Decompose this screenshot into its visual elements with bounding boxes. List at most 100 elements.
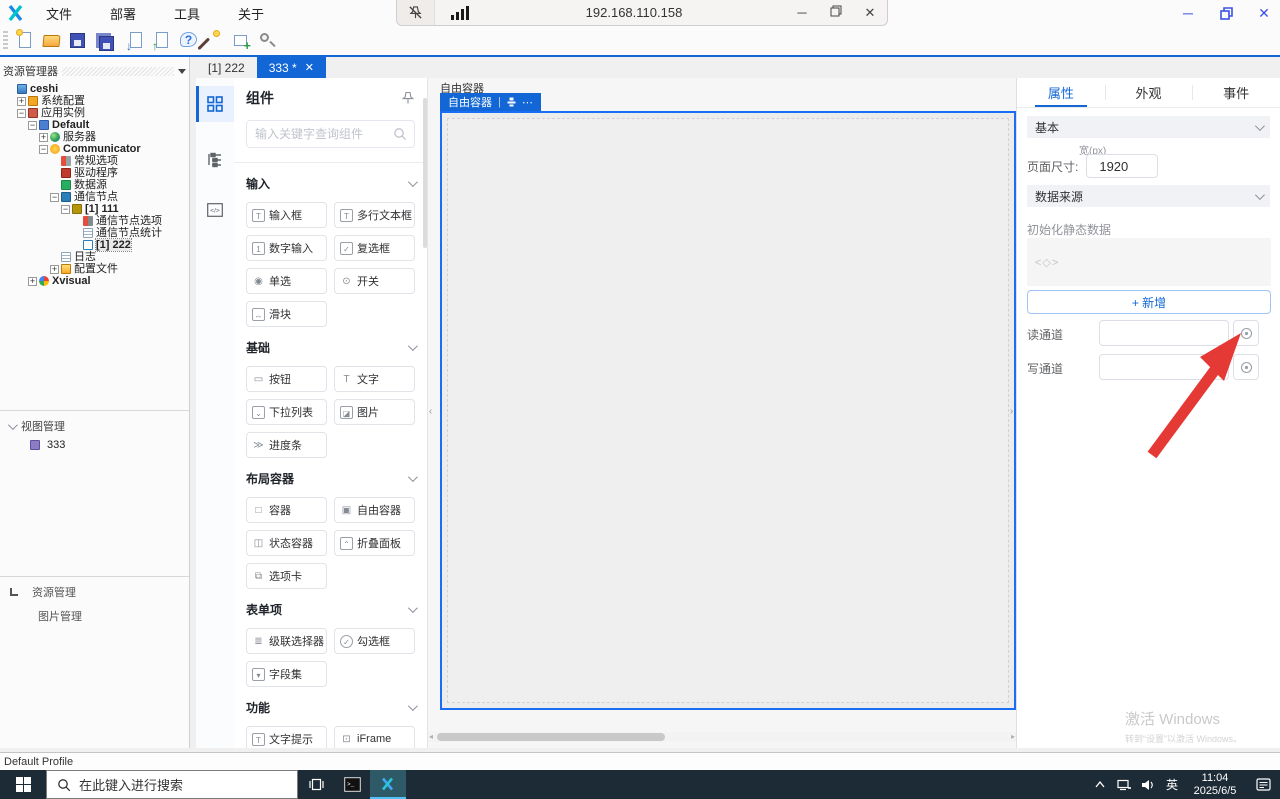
collapse-icon[interactable]: − [50, 192, 59, 202]
view-manager-header[interactable]: 视图管理 [7, 418, 65, 434]
deploy-pen-icon[interactable] [197, 29, 225, 51]
tree-item-Xvisual[interactable]: + Xvisual [2, 275, 187, 287]
component-chip-button[interactable]: ▭ 按钮 [246, 366, 327, 392]
tree-item--[interactable]: 数据源 [2, 179, 187, 191]
import-icon[interactable]: ↓ [126, 31, 147, 52]
pin-off-icon[interactable] [397, 0, 435, 25]
tab-events[interactable]: 事件 [1192, 78, 1280, 107]
selected-component-breadcrumb[interactable]: 自由容器 | ⋯ [440, 93, 541, 111]
component-chip-free-container[interactable]: ▣ 自由容器 [334, 497, 415, 523]
component-chip-radio[interactable]: ◉ 单选 [246, 268, 327, 294]
tree-item-Communicator[interactable]: − Communicator [2, 143, 187, 155]
write-channel-picker-button[interactable] [1233, 354, 1259, 380]
ime-indicator[interactable]: 英 [1160, 776, 1184, 793]
new-file-icon[interactable] [16, 28, 36, 51]
collapse-icon[interactable]: − [17, 108, 26, 118]
tree-item--[interactable]: 通信节点统计 [2, 227, 187, 239]
close-button[interactable]: ✕ [1256, 5, 1272, 21]
collapse-right-splitter[interactable]: › [1008, 400, 1015, 422]
tree-item--[interactable]: − 通信节点 [2, 191, 187, 203]
add-config-icon[interactable]: + [231, 31, 251, 52]
component-chip-fieldset[interactable]: ▾ 字段集 [246, 661, 327, 687]
outline-tree-tab-icon[interactable] [196, 142, 234, 178]
expand-icon[interactable]: + [28, 276, 37, 286]
restore-button[interactable] [1218, 5, 1234, 21]
code-tab-icon[interactable]: </> [196, 192, 234, 228]
tree-item--[interactable]: 常规选项 [2, 155, 187, 167]
static-data-editor[interactable]: <◇> [1027, 238, 1271, 286]
section-basic-header[interactable]: 基本 [1027, 116, 1270, 138]
component-chip-cascader[interactable]: ≣ 级联选择器 [246, 628, 327, 654]
component-chip-slider[interactable]: ↔ 滑块 [246, 301, 327, 327]
tree-item--[interactable]: − 应用实例 [2, 107, 187, 119]
free-container-inner[interactable] [447, 118, 1009, 703]
component-chip-checkbox[interactable]: ✓ 复选框 [334, 235, 415, 261]
component-chip-dropdown[interactable]: ⌄ 下拉列表 [246, 399, 327, 425]
canvas-horizontal-scrollbar[interactable]: ◂ ▸ [428, 732, 1016, 742]
tree-item--[interactable]: 日志 [2, 251, 187, 263]
remote-minimize-button[interactable]: ─ [785, 5, 819, 20]
tree-item--[interactable]: 通信节点选项 [2, 215, 187, 227]
collapse-icon[interactable]: − [39, 144, 48, 154]
tab-close-icon[interactable]: ✕ [305, 61, 314, 74]
menu-file[interactable]: 文件 [32, 4, 86, 23]
expand-icon[interactable]: + [39, 132, 48, 142]
component-chip-container[interactable]: □ 容器 [246, 497, 327, 523]
palette-section-header[interactable]: 表单项 [246, 601, 418, 618]
speaker-icon[interactable] [1136, 779, 1160, 791]
component-chip-switch[interactable]: ⊙ 开关 [334, 268, 415, 294]
tab-attributes[interactable]: 属性 [1017, 78, 1105, 107]
palette-search-input[interactable] [246, 120, 415, 148]
components-tab-icon[interactable] [196, 86, 234, 122]
tree-item--[interactable]: + 服务器 [2, 131, 187, 143]
resource-manager-header[interactable]: 资源管理 [10, 584, 76, 600]
tree-item-ceshi[interactable]: ceshi [2, 83, 187, 95]
minimize-button[interactable]: ─ [1180, 5, 1196, 21]
tree-item--[interactable]: 驱动程序 [2, 167, 187, 179]
remote-restore-button[interactable] [819, 5, 853, 20]
help-icon[interactable]: ? [179, 31, 199, 51]
collapse-icon[interactable]: − [61, 204, 70, 214]
editor-tab--1-222[interactable]: [1] 222 [196, 57, 257, 78]
tree-item-Default[interactable]: − Default [2, 119, 187, 131]
component-chip-number-input[interactable]: 1 数字输入 [246, 235, 327, 261]
scrollbar-thumb[interactable] [437, 733, 665, 741]
tree-item--[interactable]: + 配置文件 [2, 263, 187, 275]
component-chip-text[interactable]: T 文字 [334, 366, 415, 392]
component-chip-textarea[interactable]: T 多行文本框 [334, 202, 415, 228]
action-center-icon[interactable] [1246, 778, 1280, 791]
tray-clock[interactable]: 11:04 2025/6/5 [1184, 772, 1246, 798]
tree-item--[interactable]: + 系统配置 [2, 95, 187, 107]
menu-about[interactable]: 关于 [224, 4, 278, 23]
terminal-app-icon[interactable]: >_ [334, 770, 370, 799]
menu-deploy[interactable]: 部署 [96, 4, 150, 23]
remote-close-button[interactable]: ✕ [853, 5, 887, 21]
page-width-input[interactable] [1086, 154, 1159, 178]
save-icon[interactable] [68, 31, 88, 51]
palette-section-header[interactable]: 输入 [246, 175, 418, 192]
scroll-right-icon[interactable]: ▸ [1011, 732, 1015, 742]
menu-tools[interactable]: 工具 [160, 4, 214, 23]
image-manager-item[interactable]: 图片管理 [38, 608, 82, 624]
network-icon[interactable] [1112, 779, 1136, 791]
collapse-left-splitter[interactable]: ‹ [427, 400, 434, 422]
view-item-333[interactable]: 333 [30, 439, 65, 451]
read-channel-input[interactable] [1099, 320, 1229, 346]
free-container-canvas[interactable] [440, 111, 1016, 710]
palette-scrollbar[interactable] [423, 98, 427, 248]
open-folder-icon[interactable] [42, 31, 62, 51]
component-chip-check-circle[interactable]: ✓ 勾选框 [334, 628, 415, 654]
export-icon[interactable]: ↑ [152, 31, 173, 52]
tree-item--1-111[interactable]: − [1] 111 [2, 203, 187, 215]
palette-section-header[interactable]: 功能 [246, 699, 418, 716]
breadcrumb-more[interactable]: ⋯ [522, 96, 533, 109]
tree-item--1-222[interactable]: [1] 222 [2, 238, 187, 252]
palette-section-header[interactable]: 布局容器 [246, 470, 418, 487]
component-chip-tooltip[interactable]: T 文字提示 [246, 726, 327, 748]
component-chip-state-container[interactable]: ◫ 状态容器 [246, 530, 327, 556]
component-chip-progress[interactable]: ≫ 进度条 [246, 432, 327, 458]
expand-icon[interactable]: + [17, 96, 26, 106]
section-datasource-header[interactable]: 数据来源 [1027, 185, 1270, 207]
task-view-icon[interactable] [298, 770, 334, 799]
component-chip-tabs[interactable]: ⧉ 选项卡 [246, 563, 327, 589]
